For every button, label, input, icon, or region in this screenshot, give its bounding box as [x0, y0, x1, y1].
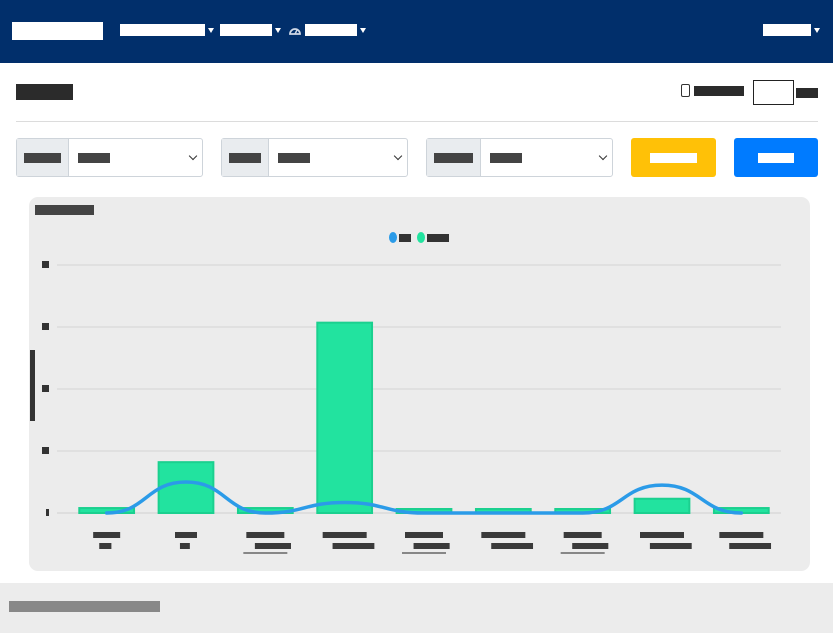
refresh-interval-input[interactable]: [753, 80, 794, 105]
auto-refresh-toggle[interactable]: [681, 84, 744, 97]
nav-menu-2[interactable]: [220, 23, 281, 37]
x-tick-label: [729, 543, 772, 549]
footer: [0, 583, 833, 633]
nav-menu-2-label: [220, 24, 272, 36]
x-tick-label: [93, 532, 121, 538]
x-tick-label: [322, 532, 367, 538]
chart-card: [29, 197, 810, 571]
filter-select-1[interactable]: [16, 138, 203, 177]
auto-refresh-label: [694, 85, 744, 96]
x-tick-label: [572, 543, 609, 549]
chart-bar: [633, 497, 691, 514]
filter-1-select[interactable]: [69, 139, 202, 176]
chevron-down-icon: [393, 151, 403, 161]
chevron-down-icon: [598, 151, 608, 161]
y-tick-label: [42, 261, 49, 268]
auto-refresh-checkbox[interactable]: [681, 84, 690, 97]
filter-3-select[interactable]: [481, 139, 612, 176]
y-tick-label: [42, 447, 49, 454]
top-navbar: [0, 0, 833, 63]
brand-logo[interactable]: [12, 22, 103, 40]
chart-bar: [316, 321, 374, 514]
primary-button[interactable]: [734, 138, 818, 177]
y-tick-label: [42, 323, 49, 330]
user-menu-label: [763, 24, 811, 36]
chevron-down-icon: [188, 151, 198, 161]
nav-menu-3-label: [305, 24, 357, 36]
nav-menu-3[interactable]: [288, 23, 366, 37]
chart-bar: [157, 461, 215, 515]
y-tick-label: [46, 509, 49, 516]
y-tick-label: [42, 385, 49, 392]
refresh-interval-unit: [796, 88, 818, 98]
filter-2-select[interactable]: [269, 139, 407, 176]
warning-button[interactable]: [631, 138, 716, 177]
x-tick-label: [179, 543, 190, 549]
x-tick-label: [413, 543, 450, 549]
nav-menu-1-label: [120, 24, 205, 36]
user-menu[interactable]: [763, 23, 820, 37]
chevron-down-icon: [814, 27, 820, 33]
x-tick-label: [99, 543, 112, 549]
x-tick-label: [649, 543, 692, 549]
x-tick-label: [254, 543, 291, 549]
x-tick-label: [491, 543, 534, 549]
filter-2-addon: [222, 139, 269, 176]
chevron-down-icon: [360, 27, 366, 33]
footer-text: [9, 601, 160, 612]
x-tick-label: [405, 532, 443, 538]
x-tick-label: [332, 543, 375, 549]
x-tick-label: [719, 532, 764, 538]
x-tick-label: [246, 532, 285, 538]
x-tick-label: [175, 532, 197, 538]
chevron-down-icon: [275, 27, 281, 33]
page-title: [16, 84, 73, 100]
x-tick-label: [563, 532, 602, 538]
nav-menu-1[interactable]: [120, 23, 214, 37]
x-tick-label: [481, 532, 526, 538]
chart-plot: [42, 261, 781, 554]
filter-1-addon: [17, 139, 69, 176]
filter-3-addon: [427, 139, 481, 176]
divider: [16, 121, 818, 122]
dashboard-gauge-icon: [289, 28, 301, 35]
chevron-down-icon: [208, 27, 214, 33]
filter-select-2[interactable]: [221, 138, 408, 177]
x-tick-label: [640, 532, 684, 538]
filter-select-3[interactable]: [426, 138, 613, 177]
